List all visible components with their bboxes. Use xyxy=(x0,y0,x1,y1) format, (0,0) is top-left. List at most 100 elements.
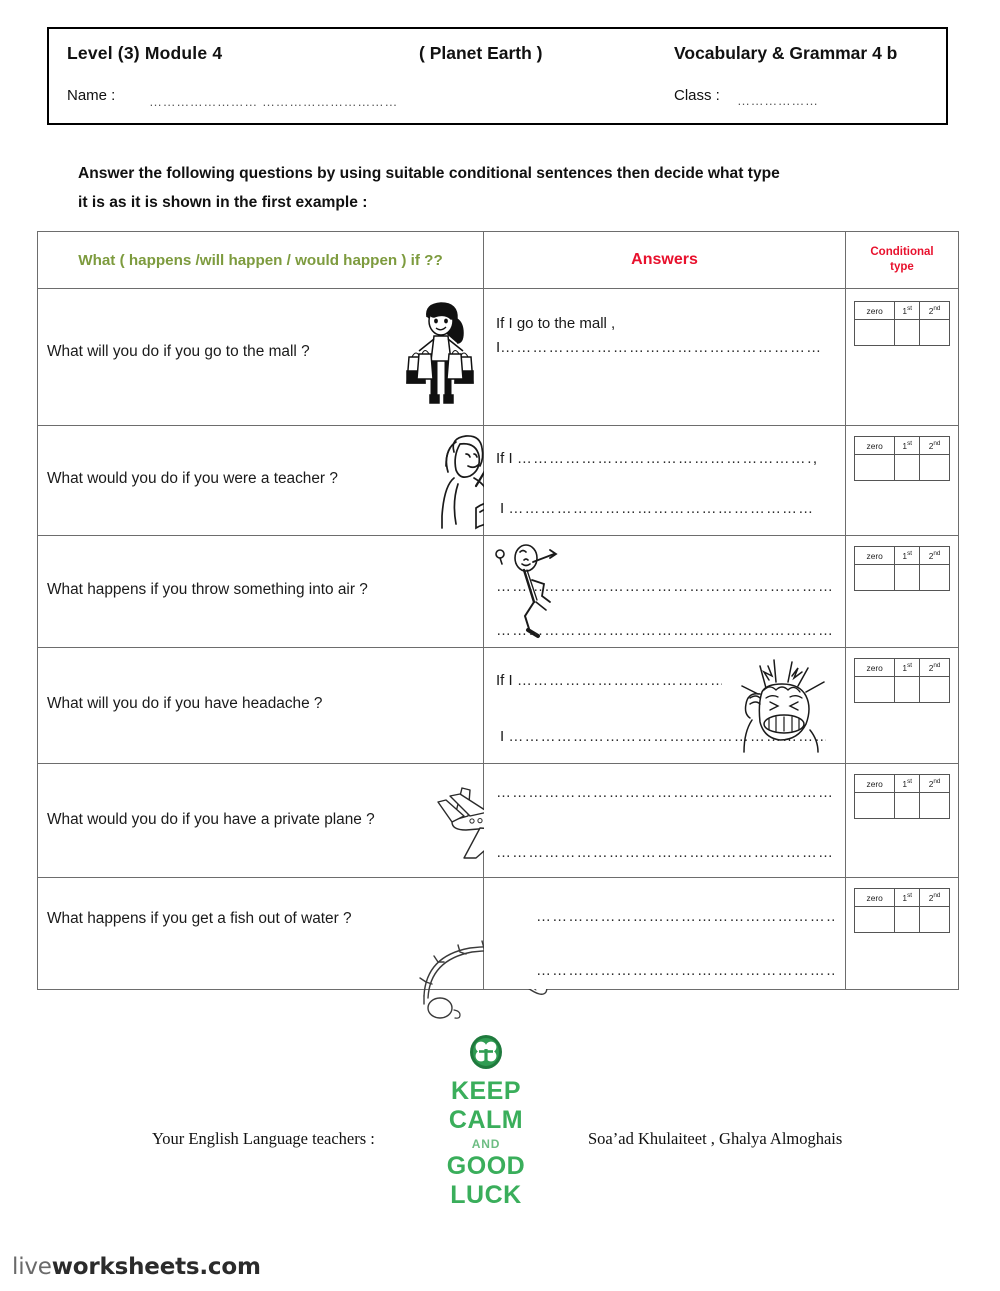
option-second[interactable]: 2nd xyxy=(919,888,950,907)
answer-dotted-line[interactable]: ……………………………………………………………………… xyxy=(496,578,836,595)
option-zero[interactable]: zero xyxy=(853,658,896,677)
option-second[interactable]: 2nd xyxy=(919,658,950,677)
answer-line-1[interactable]: …………………………………………………………………… xyxy=(496,784,838,801)
answer-line-1[interactable]: If I ………………………………………… xyxy=(496,672,746,689)
teachers-label: Your English Language teachers : xyxy=(152,1129,375,1148)
checkbox-second[interactable] xyxy=(919,676,950,703)
answer-cell: If I ………………………………………………………………, I …………………… xyxy=(483,425,846,536)
answer-dotted-line[interactable]: ……………………………………………………… xyxy=(536,962,836,979)
conditional-header-line-1: Conditional xyxy=(870,246,934,258)
question-cell: What happens if you get a fish out of wa… xyxy=(37,877,548,1019)
conditional-options-row: zero 1st 2nd xyxy=(853,658,950,677)
answer-cell: If I go to the mall , I……………………………………………… xyxy=(483,288,846,426)
answer-dotted-line[interactable]: ………………………………………………………………… xyxy=(496,844,836,861)
checkbox-zero[interactable] xyxy=(853,906,896,933)
answer-dotted-line[interactable]: ……………………………………………………… xyxy=(536,908,836,925)
conditional-type-table[interactable]: zero 1st 2nd xyxy=(853,658,950,703)
conditional-type-选择-table[interactable]: zero 1st 2nd xyxy=(853,301,950,346)
answer-line-2[interactable]: I …………………………………………………………… xyxy=(500,500,838,517)
answer-prefix: If I xyxy=(496,450,513,467)
checkbox-second[interactable] xyxy=(919,319,950,346)
conditional-header-line-2: type xyxy=(890,261,914,273)
class-input-line[interactable]: ……………… xyxy=(737,93,827,108)
level-module-label: Level (3) Module 4 xyxy=(67,43,223,63)
answer-prefix: If I go to the mall , xyxy=(496,315,616,332)
option-second[interactable]: 2nd xyxy=(919,301,950,320)
table-row: What will you do if you go to the mall ? xyxy=(37,288,959,426)
checkbox-first[interactable] xyxy=(894,676,921,703)
option-second[interactable]: 2nd xyxy=(919,436,950,455)
conditional-type-table[interactable]: zero 1st 2nd xyxy=(853,888,950,933)
answer-line-1[interactable]: ……………………………………………………… xyxy=(536,908,838,925)
answer-line-2[interactable]: I …………………………………………………………………… xyxy=(500,728,838,745)
checkbox-zero[interactable] xyxy=(853,319,896,346)
option-zero[interactable]: zero xyxy=(853,888,896,907)
answer-dotted-line[interactable]: …………………………………………………………………… xyxy=(496,784,836,801)
checkbox-first[interactable] xyxy=(894,792,921,819)
conditional-type-table[interactable]: zero 1st 2nd xyxy=(853,774,950,819)
option-first[interactable]: 1st xyxy=(894,301,921,320)
checkbox-first[interactable] xyxy=(894,454,921,481)
name-input-line[interactable]: …………………… ………………………………… xyxy=(149,94,399,109)
checkbox-first[interactable] xyxy=(894,906,921,933)
answer-line-1[interactable]: ……………………………………………………………………… xyxy=(496,578,838,595)
conditional-type-cell: zero 1st 2nd xyxy=(845,647,959,764)
answer-dotted-line[interactable]: ……………………………………………………………… xyxy=(517,450,813,467)
clover-icon xyxy=(468,1035,504,1074)
conditional-options-row: zero 1st 2nd xyxy=(853,301,950,320)
checkbox-first[interactable] xyxy=(894,319,921,346)
answer-line-2[interactable]: ………………………………………………………………… xyxy=(496,844,838,861)
option-first[interactable]: 1st xyxy=(894,546,921,565)
checkbox-zero[interactable] xyxy=(853,792,896,819)
table-row: What happens if you get a fish out of wa… xyxy=(37,877,959,1019)
watermark-bold-text: worksheets.com xyxy=(51,1254,261,1280)
question-text: What will you do if you have headache ? xyxy=(47,695,323,712)
option-second[interactable]: 2nd xyxy=(919,546,950,565)
answer-line-1[interactable]: If I ………………………………………………………………, xyxy=(496,450,838,467)
answer-line-2[interactable]: ………………………………………………………………………… xyxy=(496,622,838,639)
answer-dotted-line[interactable]: ………………………………………………………………………………… xyxy=(500,339,822,356)
conditional-type-table[interactable]: zero 1st 2nd xyxy=(853,546,950,591)
answer-line-1[interactable]: If I go to the mall , xyxy=(496,315,615,332)
answer-dotted-line[interactable]: …………………………………………………………………… xyxy=(508,728,826,745)
option-first[interactable]: 1st xyxy=(894,774,921,793)
worksheet-page: Level (3) Module 4 ( Planet Earth ) Voca… xyxy=(0,0,1000,1291)
answer-line-2[interactable]: ……………………………………………………… xyxy=(536,962,838,979)
checkbox-first[interactable] xyxy=(894,564,921,591)
checkbox-second[interactable] xyxy=(919,906,950,933)
conditional-type-cell: zero 1st 2nd xyxy=(845,288,959,426)
answer-dotted-line[interactable]: ………………………………………… xyxy=(517,672,722,689)
question-text: What would you do if you have a private … xyxy=(47,811,375,828)
answer-cell: ……………………………………………………………………… ………………………………… xyxy=(483,535,846,648)
checkbox-zero[interactable] xyxy=(853,454,896,481)
conditional-answer-row xyxy=(853,676,950,703)
answer-line-2[interactable]: I………………………………………………………………………………… xyxy=(496,339,836,356)
option-zero[interactable]: zero xyxy=(853,436,896,455)
option-zero[interactable]: zero xyxy=(853,301,896,320)
option-zero[interactable]: zero xyxy=(853,774,896,793)
answer-dotted-line[interactable]: …………………………………………………………… xyxy=(508,500,813,517)
subject-label: Vocabulary & Grammar 4 b xyxy=(674,43,898,63)
checkbox-second[interactable] xyxy=(919,792,950,819)
option-first[interactable]: 1st xyxy=(894,436,921,455)
question-text: What would you do if you were a teacher … xyxy=(47,470,338,487)
checkbox-zero[interactable] xyxy=(853,564,896,591)
option-first[interactable]: 1st xyxy=(894,888,921,907)
checkbox-second[interactable] xyxy=(919,454,950,481)
table-row: What will you do if you have headache ? xyxy=(37,647,959,764)
option-zero[interactable]: zero xyxy=(853,546,896,565)
option-first[interactable]: 1st xyxy=(894,658,921,677)
conditionals-exercise-table: What ( happens /will happen / would happ… xyxy=(37,231,959,1019)
checkbox-second[interactable] xyxy=(919,564,950,591)
keep-calm-line-4: GOOD xyxy=(446,1152,526,1180)
option-second[interactable]: 2nd xyxy=(919,774,950,793)
topic-label: ( Planet Earth ) xyxy=(419,43,543,63)
column-header-answers: Answers xyxy=(483,231,846,289)
conditional-type-table[interactable]: zero 1st 2nd xyxy=(853,436,950,481)
shopping-girl-illustration xyxy=(401,299,481,422)
checkbox-zero[interactable] xyxy=(853,676,896,703)
answer-dotted-line[interactable]: ………………………………………………………………………… xyxy=(496,622,836,639)
keep-calm-line-3: AND xyxy=(471,1137,501,1151)
answer-cell: If I ………………………………………… I …………………………………………… xyxy=(483,647,846,764)
answer-prefix: I xyxy=(500,500,505,517)
